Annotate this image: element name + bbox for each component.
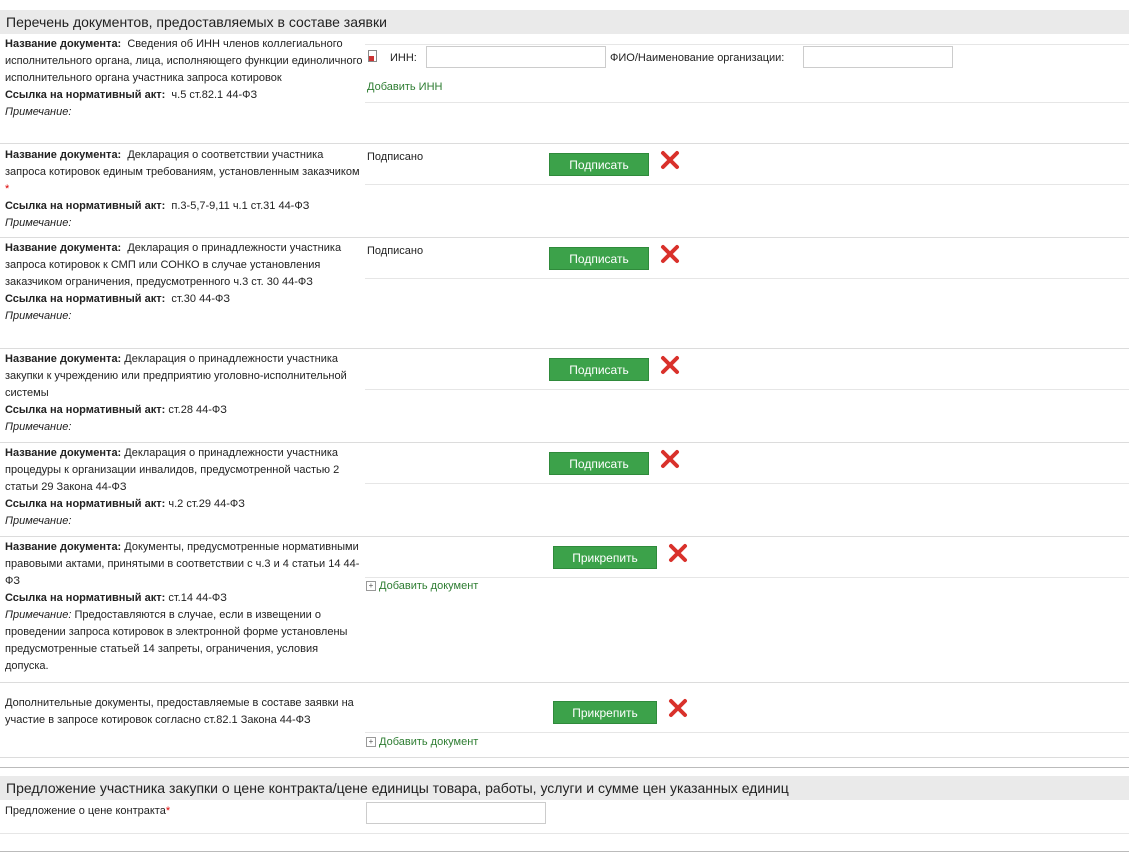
doc-name-label: Название документа:	[5, 447, 122, 459]
doc-ref: ч.5 ст.82.1 44-ФЗ	[171, 89, 258, 101]
doc-note-label: Примечание:	[5, 609, 72, 621]
doc-name-label: Название документа:	[5, 38, 122, 50]
doc-ref: п.3-5,7-9,11 ч.1 ст.31 44-ФЗ	[171, 200, 310, 212]
plus-icon: +	[366, 581, 376, 592]
plus-icon: +	[366, 737, 376, 748]
additional-documents-row: Дополнительные документы, предоставляемы…	[5, 695, 363, 729]
doc-ref: ст.14 44-ФЗ	[168, 592, 227, 604]
add-inn-link[interactable]: Добавить ИНН	[367, 81, 442, 93]
attach-button[interactable]: Прикрепить	[553, 701, 657, 724]
doc-ref-label: Ссылка на нормативный акт:	[5, 498, 166, 510]
row-separator	[0, 682, 1129, 683]
document-file-icon	[368, 50, 378, 62]
sign-button[interactable]: Подписать	[549, 153, 649, 176]
attach-button[interactable]: Прикрепить	[553, 546, 657, 569]
doc-ref: ст.28 44-ФЗ	[168, 404, 227, 416]
divider	[365, 483, 1129, 484]
fio-label: ФИО/Наименование организации:	[610, 52, 785, 64]
doc-ref: ст.30 44-ФЗ	[171, 293, 230, 305]
row-separator	[0, 237, 1129, 238]
doc-ref-label: Ссылка на нормативный акт:	[5, 404, 166, 416]
divider	[365, 44, 1129, 45]
doc-note-label: Примечание:	[5, 310, 72, 322]
required-mark: *	[165, 805, 171, 817]
row-separator	[0, 536, 1129, 537]
divider	[365, 732, 1129, 733]
doc-ref-label: Ссылка на нормативный акт:	[5, 592, 166, 604]
sign-button[interactable]: Подписать	[549, 247, 649, 270]
section-top-border	[0, 767, 1129, 768]
doc-name-label: Название документа:	[5, 242, 122, 254]
fio-input[interactable]	[803, 46, 953, 68]
doc-ref-label: Ссылка на нормативный акт:	[5, 89, 166, 101]
divider	[365, 577, 1129, 578]
sign-button[interactable]: Подписать	[549, 452, 649, 475]
delete-icon[interactable]	[660, 449, 680, 469]
sign-button[interactable]: Подписать	[549, 358, 649, 381]
add-document-label: Добавить документ	[379, 736, 479, 748]
divider	[365, 278, 1129, 279]
delete-icon[interactable]	[668, 543, 688, 563]
document-row-declaration-requirements: Название документа: Декларация о соответ…	[5, 147, 363, 232]
doc-note-label: Примечание:	[5, 515, 72, 527]
doc-note-label: Примечание:	[5, 421, 72, 433]
section-title: Предложение участника закупки о цене кон…	[6, 780, 789, 796]
document-row-art14-docs: Название документа: Документы, предусмот…	[5, 539, 363, 675]
row-separator	[0, 442, 1129, 443]
signed-status: Подписано	[367, 245, 424, 257]
additional-text: Дополнительные документы, предоставляемы…	[5, 697, 354, 726]
document-row-inn: Название документа: Сведения об ИНН член…	[5, 36, 363, 121]
delete-icon[interactable]	[660, 244, 680, 264]
add-document-label: Добавить документ	[379, 580, 479, 592]
bottom-border	[0, 851, 1129, 852]
doc-ref-label: Ссылка на нормативный акт:	[5, 200, 166, 212]
delete-icon[interactable]	[668, 698, 688, 718]
divider	[365, 184, 1129, 185]
price-input[interactable]	[366, 802, 546, 824]
add-document-link[interactable]: + Добавить документ	[366, 736, 478, 748]
doc-note-label: Примечание:	[5, 217, 72, 229]
divider	[365, 389, 1129, 390]
inn-input[interactable]	[426, 46, 606, 68]
doc-name-label: Название документа:	[5, 353, 122, 365]
doc-ref: ч.2 ст.29 44-ФЗ	[168, 498, 245, 510]
document-row-declaration-disabled: Название документа: Декларация о принадл…	[5, 445, 363, 530]
inn-label: ИНН:	[390, 52, 417, 64]
document-row-declaration-smp: Название документа: Декларация о принадл…	[5, 240, 363, 325]
document-row-declaration-uis: Название документа: Декларация о принадл…	[5, 351, 363, 436]
delete-icon[interactable]	[660, 355, 680, 375]
divider	[365, 102, 1129, 103]
section-header-price: Предложение участника закупки о цене кон…	[0, 776, 1129, 800]
row-separator	[0, 757, 1129, 758]
section-header-documents: Перечень документов, предоставляемых в с…	[0, 10, 1129, 34]
doc-name-label: Название документа:	[5, 149, 122, 161]
divider	[0, 833, 1129, 834]
price-label: Предложение о цене контракта*	[5, 805, 171, 817]
row-separator	[0, 348, 1129, 349]
doc-ref-label: Ссылка на нормативный акт:	[5, 293, 166, 305]
required-mark: *	[5, 183, 10, 195]
signed-status: Подписано	[367, 151, 424, 163]
row-separator	[0, 143, 1129, 144]
section-title: Перечень документов, предоставляемых в с…	[6, 14, 387, 30]
add-document-link[interactable]: + Добавить документ	[366, 580, 478, 592]
doc-note-label: Примечание:	[5, 106, 72, 118]
delete-icon[interactable]	[660, 150, 680, 170]
doc-name-label: Название документа:	[5, 541, 122, 553]
